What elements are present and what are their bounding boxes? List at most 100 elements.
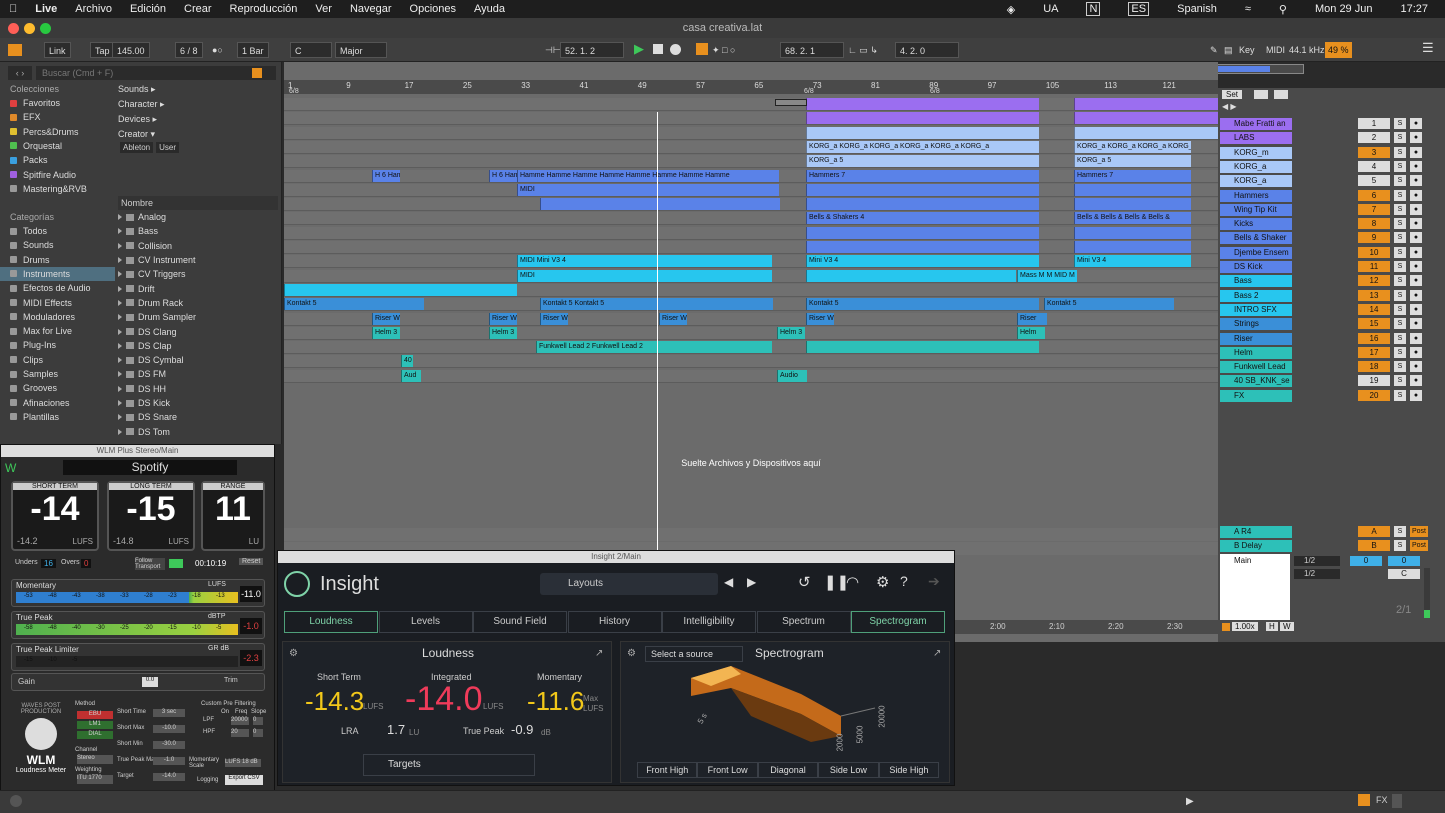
browser-list-item[interactable]: DS Cymbal (118, 353, 278, 367)
mixer-track-row[interactable]: Hammers 6 S ● (1218, 189, 1445, 203)
clip[interactable]: Mini V3 4 (806, 255, 1039, 268)
track-activator[interactable]: 13 (1358, 289, 1390, 301)
category-item[interactable]: Max for Live (0, 324, 115, 338)
track-activator[interactable]: 4 (1358, 160, 1390, 172)
return-track-row[interactable]: B Delay B S Post (1218, 540, 1445, 553)
tab-loudness[interactable]: Loudness (284, 611, 378, 633)
post-button[interactable]: Post (1410, 526, 1428, 537)
mixer-track-row[interactable]: Riser 16 S ● (1218, 332, 1445, 346)
clip[interactable] (1074, 183, 1191, 196)
menu-ver[interactable]: Ver (315, 3, 332, 15)
browser-search-input[interactable]: Buscar (Cmd + F) (36, 66, 276, 80)
clip[interactable]: Riser W (806, 312, 834, 325)
expand-arrow-icon[interactable] (118, 257, 122, 264)
track-activator[interactable]: 14 (1358, 303, 1390, 315)
collection-item[interactable]: Packs (10, 153, 48, 167)
track-activator[interactable]: 19 (1358, 375, 1390, 387)
solo-button[interactable]: S (1394, 175, 1406, 187)
clip[interactable]: Riser W (372, 312, 400, 325)
collection-item[interactable]: Spitfire Audio (10, 168, 76, 182)
expand-arrow-icon[interactable] (118, 385, 122, 392)
track-lane[interactable] (284, 283, 1218, 297)
clip[interactable]: Hammers 7 (1074, 169, 1191, 182)
method-button[interactable]: LM1 (77, 721, 113, 729)
track-name[interactable]: Bass 2 (1220, 289, 1292, 302)
fx-icon[interactable]: FX (1376, 795, 1388, 805)
arm-button[interactable]: ● (1410, 118, 1422, 129)
track-name[interactable]: Bells & Shaker (1220, 232, 1292, 245)
channel-select[interactable]: Stereo (77, 755, 113, 764)
solo-button[interactable]: S (1394, 526, 1406, 537)
setting-value[interactable]: -30.0 (153, 741, 185, 749)
crossfader[interactable]: C (1388, 569, 1420, 579)
return-name[interactable]: A R4 (1220, 526, 1292, 538)
sync-icon[interactable]: ◠ (846, 573, 859, 591)
track-name[interactable]: 40 SB_KNK_se (1220, 375, 1292, 388)
track-lane[interactable]: KORG_a KORG_a KORG_a KORG_a KORG_a KORG_… (284, 140, 1218, 154)
info-icon[interactable] (10, 795, 22, 807)
view-toggle-icon[interactable] (8, 44, 22, 56)
follow-icon[interactable] (1222, 623, 1230, 631)
menubar-time[interactable]: 17:27 (1400, 3, 1428, 15)
expand-arrow-icon[interactable] (118, 400, 122, 406)
solo-button[interactable]: S (1394, 318, 1406, 330)
solo-button[interactable]: S (1394, 303, 1406, 315)
w-button[interactable]: W (1280, 622, 1294, 631)
clip[interactable] (806, 241, 1039, 253)
mixer-track-row[interactable]: Djembe Ensem 10 S ● (1218, 246, 1445, 260)
mixer-track-row[interactable]: Helm 17 S ● (1218, 346, 1445, 360)
solo-button[interactable]: S (1394, 275, 1406, 287)
mixer-track-row[interactable]: 40 SB_KNK_se 19 S ● (1218, 375, 1445, 388)
browser-list-item[interactable]: DS Tom (118, 424, 278, 438)
tab-levels[interactable]: Levels (378, 611, 473, 633)
menu-ayuda[interactable]: Ayuda (474, 3, 505, 15)
scale-select[interactable]: Major (335, 42, 387, 58)
master-route-2[interactable]: 1/2 (1294, 569, 1340, 579)
expand-arrow-icon[interactable] (118, 214, 122, 221)
post-button[interactable]: Post (1410, 540, 1428, 552)
clip[interactable]: Mass M M MID M (1017, 269, 1077, 282)
view-button[interactable]: Front Low (697, 762, 758, 778)
collection-item[interactable]: Orquestal (10, 139, 62, 153)
arm-button[interactable]: ● (1410, 275, 1422, 287)
arm-button[interactable]: ● (1410, 361, 1422, 373)
view-button[interactable]: Side Low (818, 762, 879, 778)
view-button[interactable]: Front High (637, 762, 698, 778)
clip[interactable] (806, 341, 1039, 354)
track-activator[interactable]: 15 (1358, 318, 1390, 330)
track-lane[interactable]: H 6 Ham H 6 Ham Hamr Hamme Hamme Hamme Ham… (284, 169, 1218, 183)
mixer-track-row[interactable]: INTRO SFX 14 S ● (1218, 303, 1445, 317)
browser-filter[interactable]: Character ▸ (118, 97, 278, 112)
arm-button[interactable]: ● (1410, 232, 1422, 244)
clip[interactable]: H 6 Ham (372, 169, 400, 182)
solo-button[interactable]: S (1394, 118, 1406, 129)
browser-list-item[interactable]: Drum Sampler (118, 310, 278, 324)
browser-list-item[interactable]: Analog (118, 210, 278, 224)
track-name[interactable]: KORG_m (1220, 146, 1292, 159)
collection-item[interactable]: Mastering&RVB (10, 182, 87, 196)
clip[interactable] (540, 198, 780, 211)
collection-item[interactable]: EFX (10, 110, 41, 124)
clip[interactable]: Funkwell Lead 2 Funkwell Lead 2 (536, 341, 772, 354)
lpf-slope[interactable]: 0 (253, 717, 263, 725)
solo-button[interactable]: S (1394, 346, 1406, 358)
view-button[interactable]: Side High (878, 762, 940, 778)
solo-button[interactable]: S (1394, 218, 1406, 230)
record-icon[interactable] (670, 44, 681, 55)
track-activator[interactable]: 18 (1358, 361, 1390, 373)
track-name[interactable]: Funkwell Lead (1220, 361, 1292, 374)
category-item[interactable]: Plug-Ins (0, 338, 115, 352)
track-lane[interactable]: MIDI Mini V3 4 Mini V3 4 Mini V3 4 (284, 255, 1218, 269)
return-name[interactable]: B Delay (1220, 540, 1292, 553)
clip[interactable]: Audio (777, 369, 807, 382)
mixer-track-row[interactable]: Strings 15 S ● (1218, 318, 1445, 331)
expand-arrow-icon[interactable] (118, 314, 122, 321)
arm-button[interactable]: ● (1410, 261, 1422, 272)
track-lane[interactable]: Funkwell Lead 2 Funkwell Lead 2 (284, 341, 1218, 355)
key-select[interactable]: C (290, 42, 332, 58)
arm-button[interactable]: ● (1410, 303, 1422, 315)
loop-start-field[interactable]: 68. 2. 1 (780, 42, 844, 58)
tab-intelligibility[interactable]: Intelligibility (662, 611, 756, 633)
arm-button[interactable]: ● (1410, 146, 1422, 158)
browser-list-header[interactable]: Nombre (118, 196, 278, 210)
